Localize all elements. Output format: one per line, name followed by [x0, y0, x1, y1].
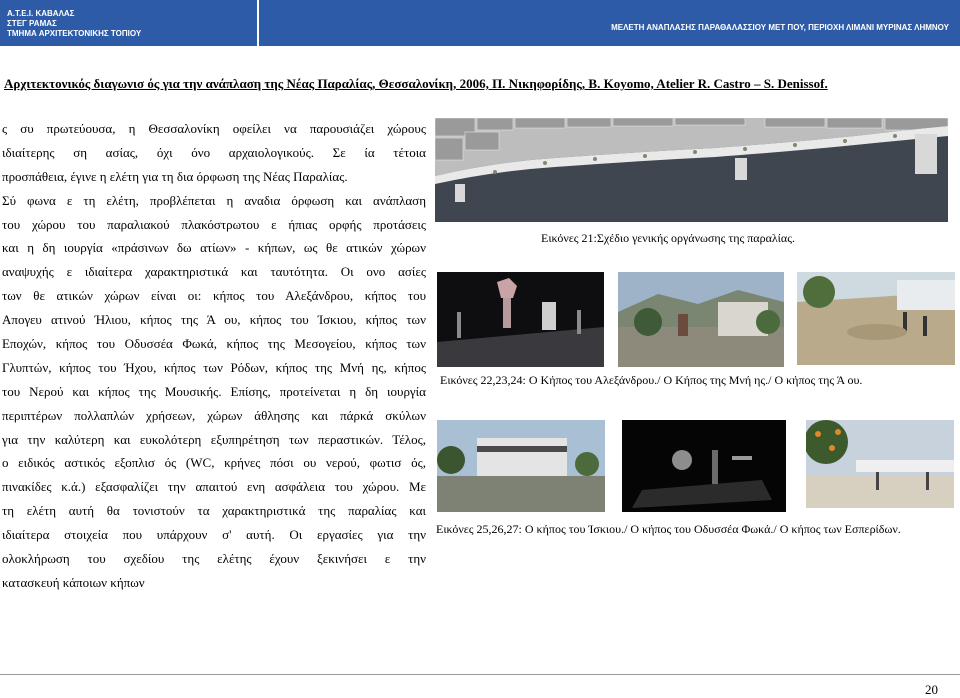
body-line: για την καλύτερη και ευκολότερη εξυπηρέτ…	[2, 431, 426, 447]
institution-line-1: Α.Τ.Ε.Ι. ΚΑΒΑΛΑΣ	[7, 9, 75, 18]
photo-sand-garden	[797, 272, 955, 365]
caption-plan: Εικόνες 21:Σχέδιο γενικής οργάνωσης της …	[541, 231, 795, 245]
body-line: των θε ατικών χώρων είναι οι: κήπος του …	[2, 288, 426, 304]
site-plan-image	[435, 118, 948, 222]
photo-alexander-garden	[437, 272, 604, 367]
body-line: Γλυπτών, κήπος του Ήχου, κήπος των Ρόδων…	[2, 359, 426, 375]
photo-memory-render	[618, 272, 784, 367]
photo-memory-garden	[618, 272, 784, 367]
project-title: ΜΕΛΕΤΗ ΑΝΑΠΛΑΣΗΣ ΠΑΡΑΘΑΛΑΣΣΙΟΥ ΜΕΤ ΠΟΥ, …	[611, 23, 949, 32]
project-block: ΜΕΛΕΤΗ ΑΝΑΠΛΑΣΗΣ ΠΑΡΑΘΑΛΑΣΣΙΟΥ ΜΕΤ ΠΟΥ, …	[259, 0, 960, 46]
body-line: Εποχών, κήπος του Οδυσσέα Φωκά, κήπος τη…	[2, 336, 426, 352]
body-line: τη ελέτη αυτή θα τονιστούν τα χαρακτηρισ…	[2, 503, 426, 519]
body-line: πινακίδες κ.ά.) εξασφαλίζει την απαιτού …	[2, 479, 426, 495]
body-line: ο ειδικός αστικός εξοπλισ ός (WC, κρήνες…	[2, 455, 426, 471]
photo-shade-garden	[437, 420, 605, 512]
institution-block: Α.Τ.Ε.Ι. ΚΑΒΑΛΑΣ ΣΤΕΓ ΡΑΜΑΣ ΤΜΗΜΑ ΑΡΧΙΤΕ…	[0, 0, 257, 46]
body-line: και η δη ιουργία «πράσινων δω ατίων» - κ…	[2, 240, 426, 256]
body-line: ιδιαίτερα στοιχεία που υπάρχουν σ' αυτή.…	[2, 527, 426, 543]
body-line: του Νερού και κήπος της Μουσικής. Επίσης…	[2, 383, 426, 399]
body-line: περιπτέρων πολλαπλών χρήσεων, χώρων άθλη…	[2, 407, 426, 423]
institution-line-3: ΤΜΗΜΑ ΑΡΧΙΤΕΚΤΟΝΙΚΗΣ ΤΟΠΙΟΥ	[7, 29, 142, 38]
body-line: κατασκευή κάποιων κήπων	[2, 574, 145, 590]
photo-hesperides-garden	[806, 420, 954, 508]
photo-fokas-garden	[622, 420, 786, 512]
caption-row2: Εικόνες 25,26,27: Ο κήπος του Ίσκιου./ Ο…	[436, 522, 901, 536]
institution-line-2: ΣΤΕΓ ΡΑΜΑΣ	[7, 19, 57, 28]
body-line: ολοκλήρωση του σχεδίου της ελέτης έχουν …	[2, 551, 426, 567]
photo-alexander-render	[437, 272, 604, 367]
footer-divider	[0, 674, 960, 675]
caption-row1: Εικόνες 22,23,24: Ο Κήπος του Αλεξάνδρου…	[440, 373, 863, 387]
body-line: ιδιαίτερης ση ασίας, όχι όνο αρχαιολογικ…	[2, 144, 426, 160]
section-title: Αρχιτεκτονικός διαγωνισ ός για την ανάπλ…	[4, 76, 828, 91]
body-line: προσπάθεια, έγινε η ελέτη για τη δια όρφ…	[2, 168, 348, 184]
photo-sand-render	[797, 272, 955, 365]
body-line: του χώρου του παραλιακού πλακόστρωτου ε …	[2, 216, 426, 232]
site-plan-drawing	[435, 118, 948, 222]
photo-hesperides-render	[806, 420, 954, 508]
photo-shade-render	[437, 420, 605, 512]
photo-fokas-render	[622, 420, 786, 512]
body-line: Απογευ ατινού Ήλιου, κήπος της Ά ου, κήπ…	[2, 312, 426, 328]
body-text: ς συ πρωτεύουσα, η Θεσσαλονίκη οφείλει ν…	[2, 117, 426, 595]
body-line: αναψυχής ε ιδιαίτερα χαρακτηριστικά και …	[2, 264, 426, 280]
body-line: Σύ φωνα ε τη ελέτη, προβλέπεται η αναδια…	[2, 192, 426, 208]
page-header: Α.Τ.Ε.Ι. ΚΑΒΑΛΑΣ ΣΤΕΓ ΡΑΜΑΣ ΤΜΗΜΑ ΑΡΧΙΤΕ…	[0, 0, 960, 46]
body-line: ς συ πρωτεύουσα, η Θεσσαλονίκη οφείλει ν…	[2, 121, 426, 136]
